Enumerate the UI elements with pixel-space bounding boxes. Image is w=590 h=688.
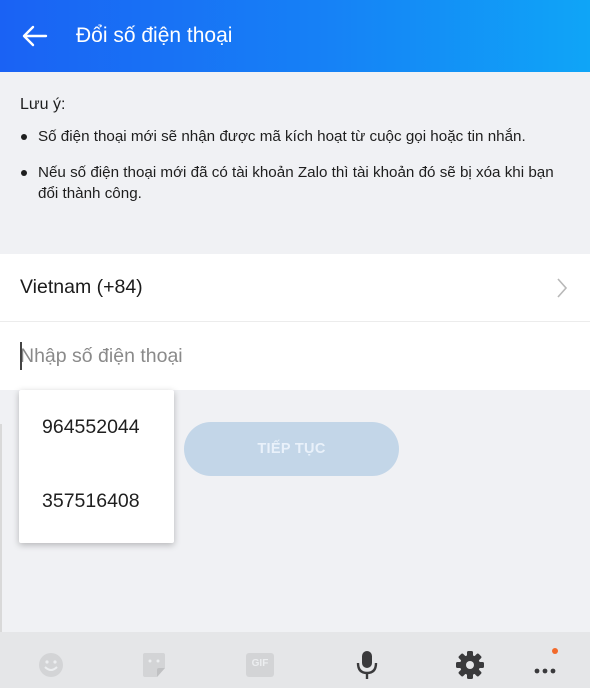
back-arrow-icon xyxy=(22,25,48,47)
note-item: Số điện thoại mới sẽ nhận được mã kích h… xyxy=(20,126,568,147)
more-button[interactable] xyxy=(528,648,562,682)
gif-button[interactable]: GIF xyxy=(243,648,277,682)
gif-label: GIF xyxy=(251,658,269,669)
chevron-right-icon xyxy=(557,277,568,298)
note-list: Số điện thoại mới sẽ nhận được mã kích h… xyxy=(20,126,568,204)
more-icon xyxy=(534,668,556,674)
back-button[interactable] xyxy=(20,21,50,51)
emoji-button[interactable] xyxy=(34,648,68,682)
sticker-icon xyxy=(143,653,165,677)
country-selector[interactable]: Vietnam (+84) xyxy=(0,254,590,322)
autocomplete-dropdown: 964552044 357516408 xyxy=(19,390,174,543)
country-label: Vietnam (+84) xyxy=(20,276,143,298)
phone-field[interactable] xyxy=(0,322,590,390)
keyboard-toolbar: GIF xyxy=(0,632,590,688)
voice-button[interactable] xyxy=(350,648,384,682)
phone-form: Vietnam (+84) xyxy=(0,254,590,390)
phone-input[interactable] xyxy=(20,344,540,368)
note-item: Nếu số điện thoại mới đã có tài khoản Za… xyxy=(20,162,568,204)
autocomplete-item[interactable]: 964552044 xyxy=(19,390,174,464)
note-label: Lưu ý: xyxy=(20,96,66,113)
notification-dot xyxy=(552,648,558,654)
settings-button[interactable] xyxy=(453,648,487,682)
microphone-icon xyxy=(356,651,378,679)
note-section: Lưu ý: Số điện thoại mới sẽ nhận được mã… xyxy=(20,96,568,219)
continue-button[interactable]: TIẾP TỤC xyxy=(184,422,399,476)
edge-divider xyxy=(0,424,2,652)
autocomplete-item[interactable]: 357516408 xyxy=(19,464,174,538)
app-bar: Đổi số điện thoại xyxy=(0,0,590,72)
emoji-icon xyxy=(39,653,63,677)
page-title: Đổi số điện thoại xyxy=(76,24,233,47)
text-caret xyxy=(20,342,22,370)
sticker-button[interactable] xyxy=(137,648,171,682)
gear-icon xyxy=(456,651,484,679)
